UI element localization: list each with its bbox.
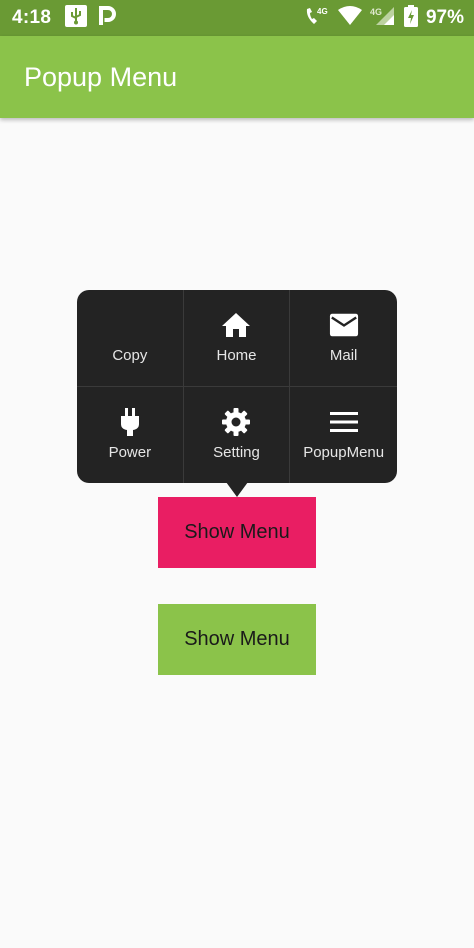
battery-percent: 97% bbox=[425, 7, 464, 28]
button-label: Show Menu bbox=[184, 628, 290, 650]
network-label: 4G bbox=[317, 7, 328, 16]
menu-item-popupmenu[interactable]: PopupMenu bbox=[290, 387, 397, 484]
menu-item-home[interactable]: Home bbox=[183, 290, 291, 387]
button-label: Show Menu bbox=[184, 521, 290, 543]
wifi-icon bbox=[337, 5, 362, 31]
usb-icon bbox=[65, 4, 88, 32]
app-title: Popup Menu bbox=[24, 61, 178, 92]
menu-item-label: Setting bbox=[213, 444, 260, 462]
menu-item-label: Power bbox=[108, 444, 152, 462]
show-menu-button-1[interactable]: Show Menu bbox=[158, 497, 316, 568]
app-bar: Popup Menu bbox=[0, 36, 474, 118]
wifi-call-icon: 4G bbox=[304, 5, 330, 32]
gear-icon bbox=[221, 408, 251, 437]
menu-item-power[interactable]: Power bbox=[77, 386, 184, 483]
popup-menu: Copy Home Mail Power Setting PopupMenu bbox=[77, 290, 397, 483]
battery-icon bbox=[403, 4, 418, 32]
status-time: 4:18 bbox=[12, 7, 52, 28]
menu-item-label: Mail bbox=[329, 347, 358, 365]
mail-icon bbox=[329, 311, 359, 339]
signal-icon: 4G bbox=[370, 5, 396, 32]
menu-item-copy[interactable]: Copy bbox=[77, 290, 184, 387]
menu-item-mail[interactable]: Mail bbox=[290, 290, 397, 387]
parking-icon bbox=[97, 5, 117, 32]
menu-item-label: Copy bbox=[112, 347, 148, 365]
menu-item-label: PopupMenu bbox=[303, 444, 385, 462]
menu-item-label: Home bbox=[216, 347, 257, 365]
show-menu-button-2[interactable]: Show Menu bbox=[158, 604, 316, 675]
menu-item-setting[interactable]: Setting bbox=[184, 386, 291, 483]
home-icon bbox=[221, 311, 251, 339]
menu-icon bbox=[329, 408, 359, 436]
status-bar: 4:18 4G 4G 97% bbox=[0, 0, 474, 36]
copy-icon-placeholder bbox=[115, 311, 145, 339]
network-label: 4G bbox=[370, 7, 382, 17]
power-plug-icon bbox=[115, 408, 145, 437]
popup-arrow bbox=[226, 482, 248, 497]
